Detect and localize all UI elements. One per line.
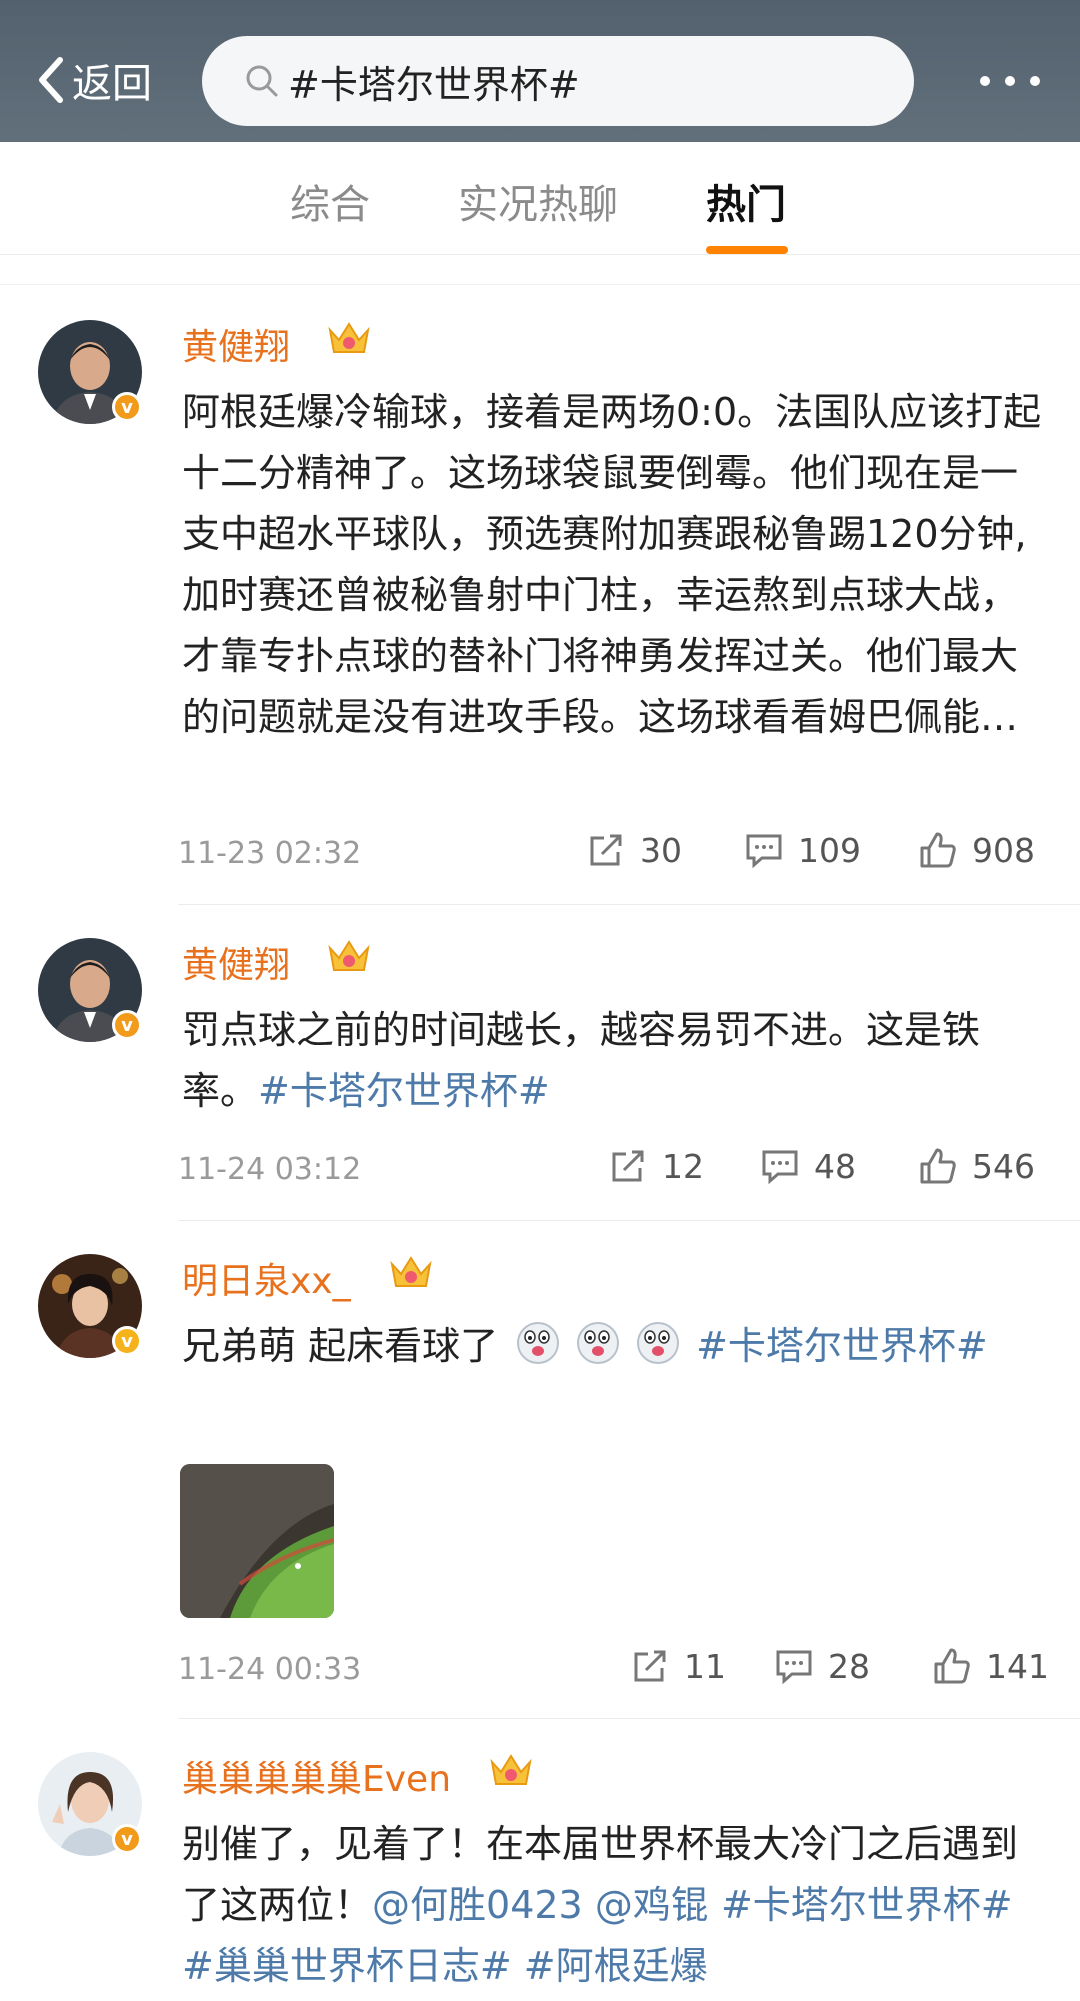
tab-comprehensive[interactable]: 综合	[290, 172, 370, 230]
avatar[interactable]: v	[38, 320, 142, 424]
post-content: 罚点球之前的时间越长，越容易罚不进。这是铁率。#卡塔尔世界杯#	[182, 1008, 981, 1113]
hashtag-link[interactable]: #卡塔尔世界杯#	[721, 1883, 1013, 1927]
search-query: #卡塔尔世界杯#	[288, 62, 580, 107]
repost-icon	[634, 1650, 666, 1682]
comment-button[interactable]: 28	[774, 1646, 870, 1686]
divider	[178, 904, 1080, 905]
tab-hot[interactable]: 热门	[706, 172, 786, 230]
comment-icon	[746, 834, 782, 869]
post-time: 11-24 00:33	[178, 1652, 362, 1687]
chevron-left-icon	[39, 57, 63, 103]
active-tab-indicator	[706, 246, 788, 254]
repost-button[interactable]: 11	[630, 1646, 726, 1686]
search-input[interactable]: #卡塔尔世界杯#	[202, 36, 914, 126]
like-button[interactable]: 546	[918, 1146, 1035, 1186]
verified-badge: v	[112, 1326, 142, 1356]
thumbs-up-icon	[920, 832, 956, 868]
repost-button[interactable]: 30	[586, 830, 682, 870]
comment-button[interactable]: 109	[744, 830, 861, 870]
verified-badge: v	[112, 392, 142, 422]
hashtag-link[interactable]: #卡塔尔世界杯#	[696, 1324, 988, 1368]
like-button[interactable]: 141	[932, 1646, 1049, 1686]
search-icon	[246, 65, 278, 97]
thumbs-up-icon	[920, 1148, 956, 1184]
crown-icon	[390, 1256, 432, 1287]
repost-icon	[612, 1150, 644, 1182]
post-time: 11-24 03:12	[178, 1152, 362, 1187]
avatar[interactable]: v	[38, 1752, 142, 1856]
username[interactable]: 黄健翔	[182, 936, 290, 988]
back-label: 返回	[72, 61, 152, 107]
comment-icon	[762, 1150, 798, 1185]
divider	[178, 1718, 1080, 1719]
avatar[interactable]: v	[38, 1254, 142, 1358]
hashtag-link[interactable]: #阿根廷爆	[524, 1944, 708, 1988]
dog-face-emoji-icon	[637, 1322, 680, 1364]
thumbs-up-icon	[934, 1648, 970, 1684]
back-button[interactable]: 返回	[34, 52, 152, 108]
repost-button[interactable]: 12	[608, 1146, 704, 1186]
dog-face-emoji-icon	[577, 1322, 620, 1364]
like-button[interactable]: 908	[918, 830, 1035, 870]
post-content: 兄弟萌 起床看球了 #卡塔尔世界杯#	[182, 1316, 1042, 1377]
mention-link[interactable]: @鸡锟	[595, 1883, 709, 1927]
tab-live-chat[interactable]: 实况热聊	[458, 172, 618, 230]
post-content: 别催了，见着了！在本届世界杯最大冷门之后遇到了这两位！@何胜0423 @鸡锟 #…	[182, 1822, 1019, 1988]
comment-button[interactable]: 48	[760, 1146, 856, 1186]
dog-face-emoji-icon	[517, 1322, 560, 1364]
tab-bar: 综合 实况热聊 热门	[0, 142, 1080, 255]
avatar[interactable]: v	[38, 938, 142, 1042]
post-content: 阿根廷爆冷输球，接着是两场0:0。法国队应该打起十二分精神了。这场球袋鼠要倒霉。…	[182, 390, 1042, 739]
comment-icon	[776, 1650, 812, 1685]
mention-link[interactable]: @何胜0423	[372, 1883, 583, 1927]
verified-badge: v	[112, 1824, 142, 1854]
crown-icon	[328, 322, 370, 353]
username[interactable]: 巢巢巢巢巢Even	[182, 1750, 451, 1802]
crown-icon	[328, 940, 370, 971]
post-time: 11-23 02:32	[178, 836, 362, 871]
divider	[178, 1220, 1080, 1221]
divider	[0, 284, 1080, 285]
username[interactable]: 明日泉xx_	[182, 1252, 351, 1304]
top-bar: 返回 #卡塔尔世界杯#	[0, 0, 1080, 142]
post-image-thumbnail[interactable]	[180, 1464, 334, 1618]
username[interactable]: 黄健翔	[182, 318, 290, 370]
crown-icon	[490, 1754, 532, 1785]
hashtag-link[interactable]: #巢巢世界杯日志#	[182, 1944, 512, 1988]
verified-badge: v	[112, 1010, 142, 1040]
hashtag-link[interactable]: #卡塔尔世界杯#	[258, 1069, 550, 1113]
more-dots-icon[interactable]	[980, 66, 1040, 96]
repost-icon	[590, 834, 622, 866]
